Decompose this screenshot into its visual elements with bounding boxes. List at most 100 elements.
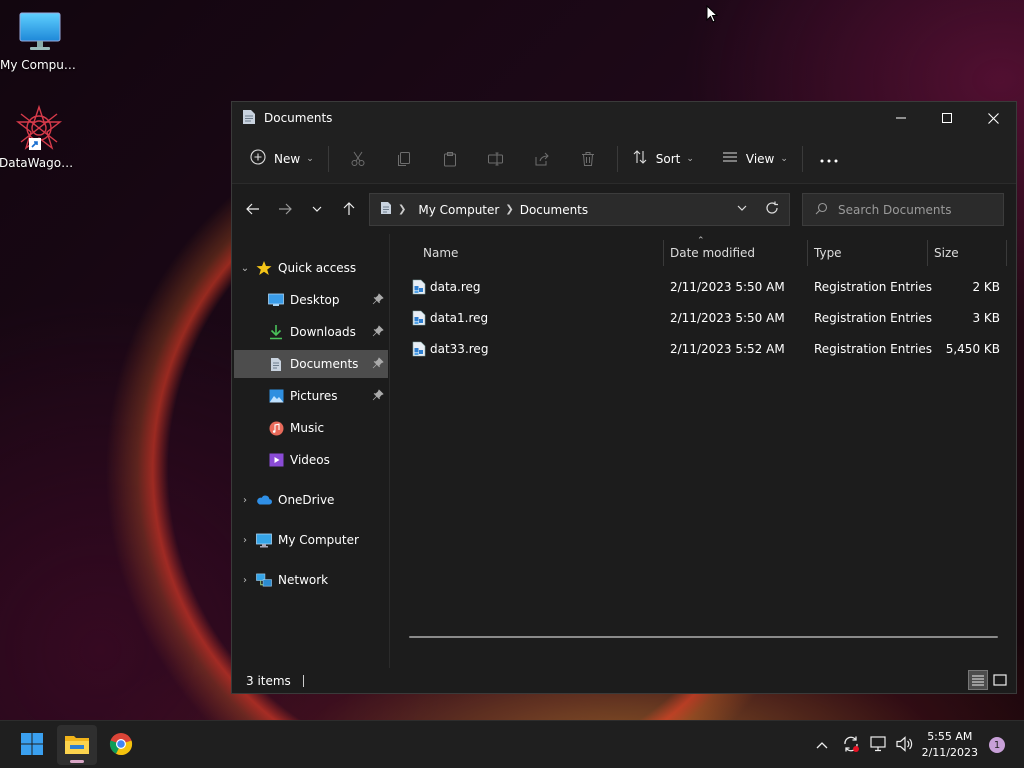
share-icon[interactable]: [519, 143, 565, 175]
command-bar: New ⌄ Sort ⌄ View ⌄: [232, 134, 1016, 184]
rename-icon[interactable]: [473, 143, 519, 175]
network-status-icon[interactable]: [870, 735, 888, 755]
desktop-icon-my-computer[interactable]: My Computer: [0, 10, 80, 72]
file-size: 2 KB: [972, 280, 1000, 294]
minimize-button[interactable]: [878, 102, 924, 134]
up-button[interactable]: [333, 193, 365, 225]
desktop-icon: [268, 292, 284, 308]
navigation-pane: ⌄ Quick access Desktop Downloads Documen…: [232, 234, 390, 668]
breadcrumb-documents[interactable]: Documents: [520, 203, 588, 217]
desktop-icon-label: My Computer: [0, 58, 80, 72]
content-area: ⌄ Quick access Desktop Downloads Documen…: [232, 234, 1016, 668]
nav-item-label: Network: [278, 573, 329, 587]
copy-icon[interactable]: [381, 143, 427, 175]
chevron-down-icon: ⌄: [686, 153, 694, 164]
new-button[interactable]: New ⌄: [242, 143, 322, 175]
chevron-right-icon[interactable]: ›: [234, 535, 256, 546]
pin-icon[interactable]: [372, 389, 384, 404]
column-header-date[interactable]: Date modified: [670, 246, 755, 260]
chevron-up-icon[interactable]: [816, 738, 828, 752]
desktop-icon-datawagon[interactable]: DataWagon...: [0, 104, 79, 170]
column-header-size[interactable]: Size: [934, 246, 959, 260]
system-clock[interactable]: 5:55 AM 2/11/2023: [922, 729, 978, 761]
title-bar[interactable]: Documents: [232, 102, 1016, 134]
nav-item-label: Pictures: [290, 389, 338, 403]
cut-icon[interactable]: [335, 143, 381, 175]
breadcrumb-separator-icon: ❯: [505, 204, 514, 215]
mouse-cursor-icon: [706, 4, 719, 26]
file-row[interactable]: data.reg 2/11/2023 5:50 AM Registration …: [408, 272, 1008, 302]
taskbar-file-explorer[interactable]: [57, 725, 97, 765]
sync-icon[interactable]: [842, 735, 860, 756]
clock-time: 5:55 AM: [927, 730, 973, 743]
address-bar[interactable]: ❯ My Computer ❯ Documents: [369, 193, 790, 226]
nav-item-desktop[interactable]: Desktop: [234, 286, 388, 314]
nav-item-music[interactable]: Music: [234, 414, 388, 442]
nav-item-videos[interactable]: Videos: [234, 446, 388, 474]
monitor-icon: [256, 532, 272, 548]
pin-icon[interactable]: [372, 325, 384, 340]
breadcrumb-my-computer[interactable]: My Computer: [418, 203, 499, 217]
recent-locations-button[interactable]: [301, 193, 333, 225]
file-date: 2/11/2023 5:52 AM: [670, 342, 785, 356]
search-input[interactable]: [838, 202, 988, 217]
view-button[interactable]: View ⌄: [714, 143, 796, 175]
delete-icon[interactable]: [565, 143, 611, 175]
nav-item-documents[interactable]: Documents: [234, 350, 388, 378]
chevron-down-icon[interactable]: ⌄: [234, 263, 256, 274]
large-icons-view-button[interactable]: [990, 670, 1010, 690]
column-divider[interactable]: [807, 240, 808, 266]
file-name: data.reg: [430, 280, 481, 294]
file-size: 5,450 KB: [945, 342, 1000, 356]
volume-icon[interactable]: [896, 735, 914, 755]
close-button[interactable]: [970, 102, 1016, 134]
column-header-type[interactable]: Type: [814, 246, 842, 260]
address-history-chevron-icon[interactable]: [737, 203, 747, 214]
forward-button[interactable]: [269, 193, 301, 225]
nav-item-label: Videos: [290, 453, 330, 467]
sort-icon: [632, 149, 648, 168]
sort-button[interactable]: Sort ⌄: [624, 143, 702, 175]
column-headers: ⌃ Name Date modified Type Size: [392, 234, 1016, 272]
column-divider[interactable]: [1006, 240, 1007, 266]
file-row[interactable]: dat33.reg 2/11/2023 5:52 AM Registration…: [408, 334, 1008, 364]
taskbar-chrome[interactable]: [101, 725, 141, 765]
breadcrumb-separator-icon: ❯: [398, 204, 407, 215]
pin-icon[interactable]: [372, 293, 384, 308]
registry-file-icon: [412, 341, 426, 360]
nav-item-my-computer[interactable]: › My Computer: [234, 526, 388, 554]
details-view-button[interactable]: [968, 670, 988, 690]
start-button[interactable]: [12, 725, 52, 765]
nav-item-label: Desktop: [290, 293, 340, 307]
back-button[interactable]: [237, 193, 269, 225]
nav-item-quick-access[interactable]: ⌄ Quick access: [234, 254, 388, 282]
paste-icon[interactable]: [427, 143, 473, 175]
nav-item-network[interactable]: › Network: [234, 566, 388, 594]
search-box[interactable]: [802, 193, 1004, 226]
horizontal-scrollbar[interactable]: [409, 636, 998, 638]
column-header-name[interactable]: Name: [423, 246, 458, 260]
status-bar: 3 items: [232, 668, 1016, 693]
videos-icon: [268, 452, 284, 468]
notification-badge[interactable]: 1: [989, 737, 1005, 753]
refresh-icon[interactable]: [765, 201, 779, 218]
nav-item-label: Music: [290, 421, 325, 435]
chevron-right-icon[interactable]: ›: [234, 575, 256, 586]
nav-item-onedrive[interactable]: › OneDrive: [234, 486, 388, 514]
file-name: data1.reg: [430, 311, 489, 325]
more-options-button[interactable]: [809, 143, 849, 175]
nav-item-downloads[interactable]: Downloads: [234, 318, 388, 346]
chevron-down-icon: ⌄: [780, 153, 788, 164]
column-divider[interactable]: [927, 240, 928, 266]
pin-icon[interactable]: [372, 357, 384, 372]
start-icon: [20, 732, 44, 759]
file-type: Registration Entries: [814, 311, 932, 325]
address-row: ❯ My Computer ❯ Documents: [232, 184, 1016, 234]
registry-file-icon: [412, 310, 426, 329]
divider: [801, 145, 803, 172]
file-row[interactable]: data1.reg 2/11/2023 5:50 AM Registration…: [408, 303, 1008, 333]
column-divider[interactable]: [663, 240, 664, 266]
chevron-right-icon[interactable]: ›: [234, 495, 256, 506]
nav-item-pictures[interactable]: Pictures: [234, 382, 388, 410]
maximize-button[interactable]: [924, 102, 970, 134]
